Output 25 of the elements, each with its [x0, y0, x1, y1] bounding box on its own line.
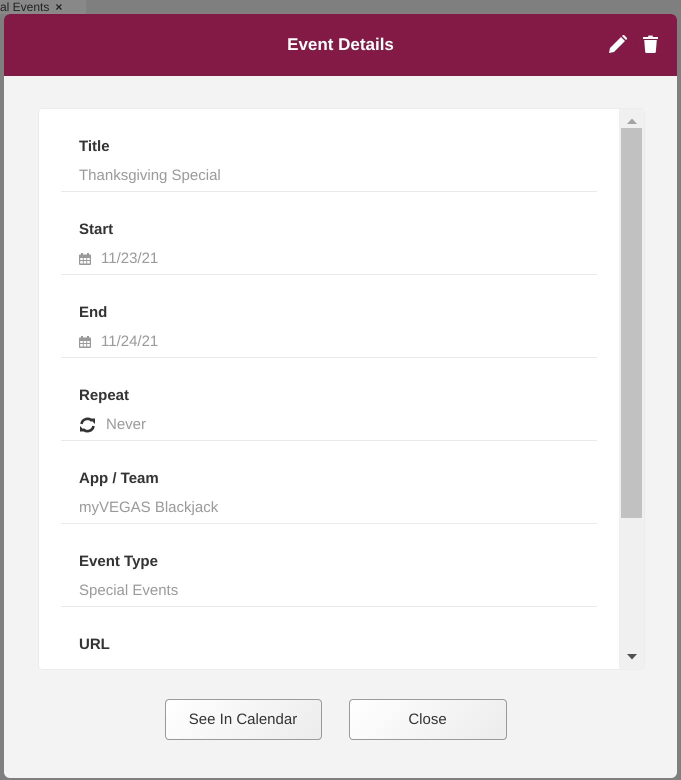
trash-icon[interactable]	[643, 35, 658, 53]
pencil-icon[interactable]	[609, 35, 627, 53]
field-label: Start	[79, 221, 114, 238]
field-value: 11/23/21	[101, 250, 158, 267]
calendar-icon	[79, 252, 91, 264]
close-button[interactable]: Close	[348, 699, 506, 740]
field-value: 11/24/21	[101, 333, 158, 350]
field-label: Title	[79, 138, 110, 155]
field-label: Repeat	[79, 387, 130, 404]
field-label: End	[79, 304, 108, 321]
field-value: Never	[106, 416, 146, 433]
field-value: Special Events	[79, 582, 178, 599]
field-label: Event Type	[79, 553, 158, 570]
field-value: myVEGAS Blackjack	[79, 499, 218, 516]
field-value: Thanksgiving Special	[79, 167, 221, 184]
field-label: URL	[79, 636, 110, 653]
close-icon[interactable]: ×	[55, 0, 62, 14]
tab-label[interactable]: al Events	[0, 0, 50, 14]
scroll-up-icon	[626, 117, 638, 125]
refresh-icon	[79, 416, 96, 432]
dialog-title: Event Details	[287, 35, 394, 55]
scroll-down-icon	[626, 653, 638, 661]
calendar-button[interactable]: See In Calendar	[164, 699, 322, 740]
calendar-icon	[79, 336, 91, 348]
field-label: App / Team	[79, 470, 159, 487]
